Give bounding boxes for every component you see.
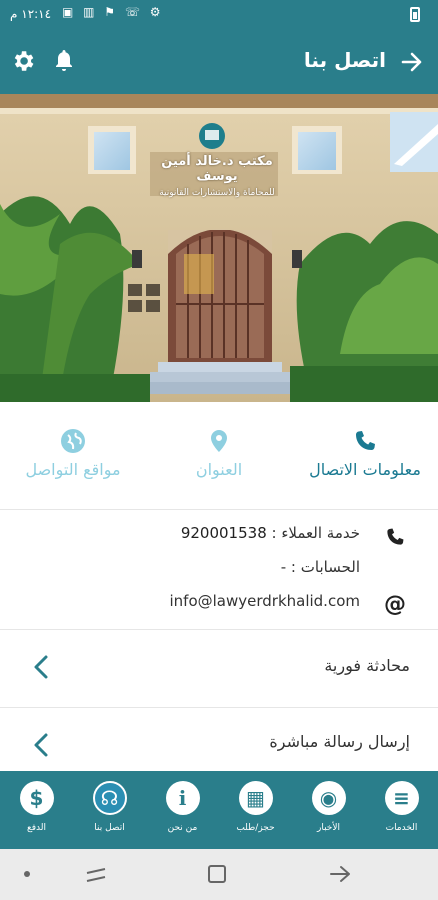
contact-tabs: مواقع التواصل العنوان معلومات الاتصال — [0, 402, 438, 510]
dot-icon[interactable] — [24, 871, 30, 877]
app-bar: اتصل بنا — [0, 30, 438, 94]
gear-icon[interactable] — [10, 48, 36, 74]
email-icon: @ — [384, 592, 406, 617]
nav-payment[interactable]: $ الدفع — [0, 781, 73, 833]
home-icon[interactable] — [206, 863, 228, 885]
direct-message-row[interactable]: إرسال رسالة مباشرة — [0, 708, 438, 772]
live-chat-label: محادثة فورية — [324, 656, 410, 675]
nav-booking[interactable]: ▦ حجز/طلب — [219, 781, 292, 833]
chevron-left-icon — [34, 733, 48, 757]
page-title: اتصل بنا — [303, 48, 386, 72]
customer-service-label: خدمة العملاء : — [271, 524, 360, 542]
recent-apps-icon[interactable] — [84, 865, 108, 885]
dollar-icon: $ — [19, 781, 54, 815]
direct-message-label: إرسال رسالة مباشرة — [269, 732, 410, 751]
contact-details: خدمة العملاء : 920001538 الحسابات : - @ … — [0, 510, 438, 630]
sign-line-1: مكتب د.خالد أمين يوسف — [161, 154, 273, 184]
tab-address[interactable]: العنوان — [146, 428, 292, 479]
tab-address-label: العنوان — [195, 460, 243, 479]
office-sign: مكتب د.خالد أمين يوسف للمحاماة والاستشار… — [142, 154, 292, 198]
location-pin-icon — [211, 430, 227, 452]
status-time: ١٢:١٤ م — [10, 7, 52, 21]
menu-icon: ≡ — [384, 781, 419, 815]
rss-icon: ◉ — [311, 781, 346, 815]
tab-social-label: مواقع التواصل — [25, 460, 121, 479]
accounts-row: الحسابات : - — [280, 558, 360, 576]
system-navigation-bar — [0, 849, 438, 900]
nav-payment-label: الدفع — [26, 823, 47, 833]
customer-service-number[interactable]: 920001538 — [181, 524, 267, 542]
nav-contact-us[interactable]: ☊ اتصل بنا — [73, 781, 146, 833]
sign-line-2: للمحاماة والاستشارات القانونية — [159, 188, 275, 198]
live-chat-row[interactable]: محادثة فورية — [0, 630, 438, 708]
nav-services-label: الخدمات — [385, 823, 418, 833]
customer-service-row: خدمة العملاء : 920001538 — [181, 524, 360, 542]
headset-icon: ☊ — [92, 781, 127, 815]
nav-contact-us-label: اتصل بنا — [94, 823, 125, 833]
bell-icon[interactable] — [52, 48, 76, 74]
office-photo: مكتب د.خالد أمين يوسف للمحاماة والاستشار… — [0, 94, 438, 402]
nav-services[interactable]: ≡ الخدمات — [365, 781, 438, 833]
chevron-left-icon — [34, 655, 48, 679]
nav-news-label: الأخبار — [316, 823, 340, 833]
nav-about-label: من نحن — [167, 823, 198, 833]
bottom-navigation: ≡ الخدمات ◉ الأخبار ▦ حجز/طلب i من نحن ☊… — [0, 771, 438, 849]
back-icon[interactable] — [328, 863, 352, 885]
email-link[interactable]: info@lawyerdrkhalid.com — [169, 592, 360, 610]
tab-contact-info[interactable]: معلومات الاتصال — [292, 428, 438, 479]
back-arrow-icon[interactable] — [398, 48, 426, 76]
phone-icon — [356, 431, 375, 450]
nav-about[interactable]: i من نحن — [146, 781, 219, 833]
tab-contact-info-label: معلومات الاتصال — [309, 460, 421, 479]
nav-booking-label: حجز/طلب — [236, 823, 275, 833]
info-icon: i — [165, 781, 200, 815]
calendar-icon: ▦ — [238, 781, 273, 815]
status-icons: ▣ ▥ ⚑ ☏ ⚙ — [62, 5, 164, 19]
status-bar: ١٢:١٤ م ▣ ▥ ⚑ ☏ ⚙ — [0, 0, 438, 30]
globe-icon — [61, 429, 85, 453]
phone-icon — [387, 528, 404, 545]
nav-news[interactable]: ◉ الأخبار — [292, 781, 365, 833]
tab-social[interactable]: مواقع التواصل — [0, 428, 146, 479]
battery-icon — [410, 7, 420, 22]
